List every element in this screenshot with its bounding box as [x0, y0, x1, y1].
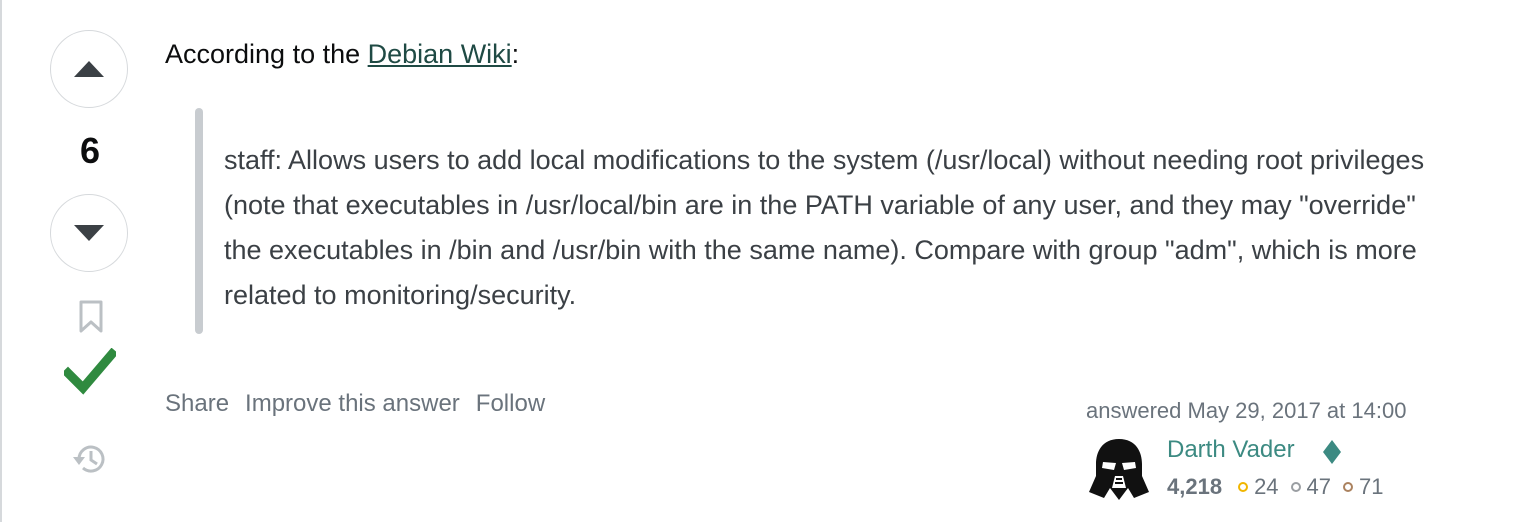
silver-badge-count: 47 — [1306, 474, 1332, 499]
bookmark-icon — [79, 300, 103, 333]
user-card: answered May 29, 2017 at 14:00 Darth Vad… — [1086, 398, 1466, 502]
intro-paragraph: According to the Debian Wiki: — [165, 36, 1485, 72]
blockquote: staff: Allows users to add local modific… — [195, 108, 1435, 334]
gold-badges: 24 — [1238, 474, 1279, 500]
blockquote-text: staff: Allows users to add local modific… — [224, 145, 1425, 310]
history-icon — [73, 445, 105, 473]
upvote-button[interactable] — [50, 30, 128, 108]
accepted-answer-check — [61, 347, 119, 401]
activity-history-button[interactable] — [70, 440, 110, 483]
moderator-diamond-icon — [1323, 440, 1341, 469]
bronze-badge-icon — [1343, 482, 1354, 492]
arrow-up-icon — [74, 61, 104, 77]
darth-vader-avatar-icon — [1086, 436, 1152, 502]
bronze-badge-count: 71 — [1359, 474, 1384, 499]
reputation-row: 4,218 24 47 71 — [1167, 474, 1396, 500]
vote-count: 6 — [79, 130, 101, 171]
user-action-time: answered May 29, 2017 at 14:00 — [1086, 398, 1407, 423]
downvote-button[interactable] — [50, 194, 128, 272]
bookmark-button[interactable] — [78, 300, 104, 339]
left-border — [0, 0, 2, 522]
silver-badges: 47 — [1290, 474, 1332, 500]
post-menu: Share Improve this answer Follow — [165, 390, 545, 418]
arrow-down-icon — [74, 225, 104, 241]
bronze-badges: 71 — [1343, 474, 1384, 500]
improve-answer-link[interactable]: Improve this answer — [245, 390, 460, 418]
intro-prefix: According to the — [165, 39, 368, 69]
share-link[interactable]: Share — [165, 390, 229, 418]
debian-wiki-link[interactable]: Debian Wiki — [368, 39, 512, 69]
blockquote-bar — [195, 108, 203, 334]
gold-badge-icon — [1238, 482, 1249, 492]
avatar[interactable] — [1086, 436, 1152, 502]
user-info: Darth Vader 4,218 24 47 71 — [1086, 434, 1466, 504]
answer-body: According to the Debian Wiki: staff: All… — [165, 36, 1485, 334]
checkmark-icon — [61, 347, 119, 395]
follow-link[interactable]: Follow — [476, 390, 545, 418]
reputation-score: 4,218 — [1167, 474, 1223, 499]
gold-badge-count: 24 — [1254, 474, 1279, 499]
silver-badge-icon — [1290, 482, 1301, 492]
intro-suffix: : — [511, 39, 520, 69]
user-name[interactable]: Darth Vader — [1167, 436, 1295, 464]
